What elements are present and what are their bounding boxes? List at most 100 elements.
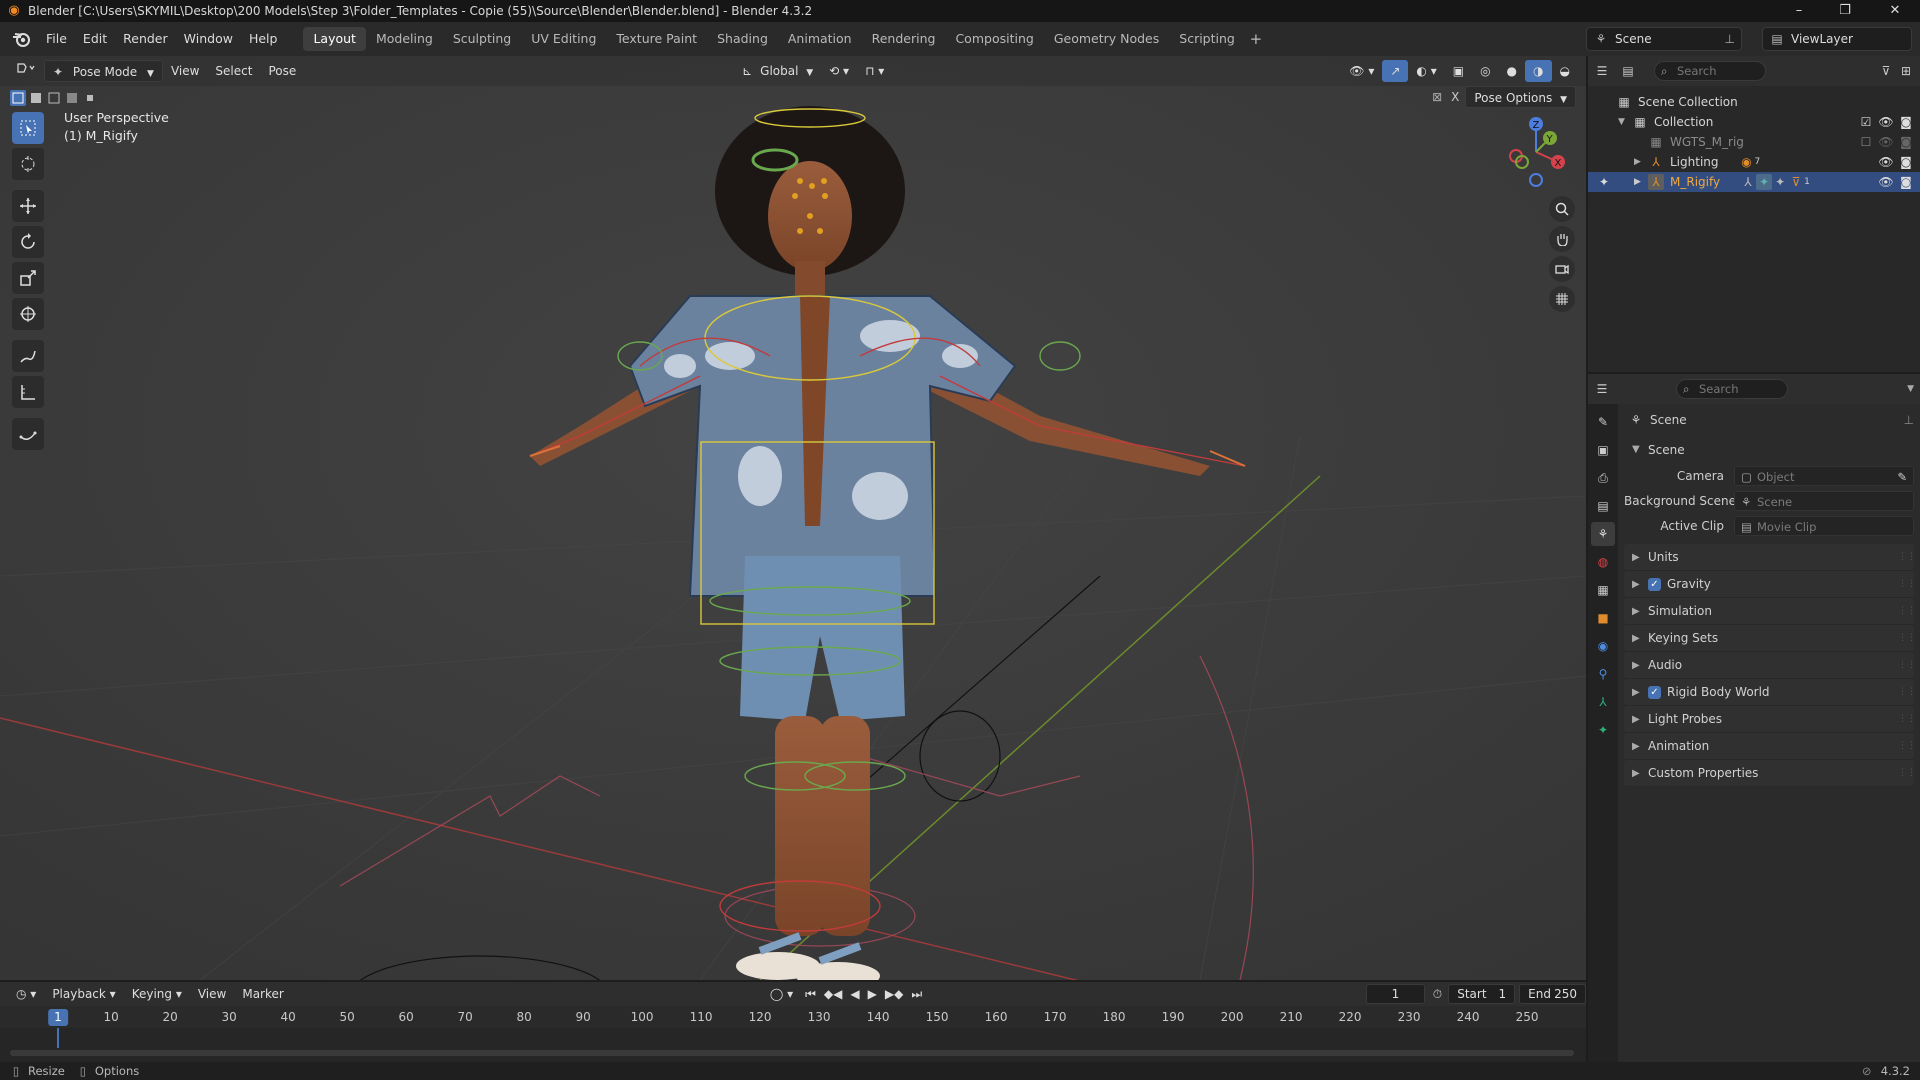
- timeline-menu-keying[interactable]: Keying ▾: [124, 983, 190, 1005]
- editor-type-icon[interactable]: ☰: [1594, 381, 1610, 397]
- tab-compositing[interactable]: Compositing: [945, 27, 1043, 51]
- physics-tab-icon[interactable]: ◉: [1591, 634, 1615, 658]
- world-tab-icon[interactable]: ◍: [1591, 550, 1615, 574]
- tab-shading[interactable]: Shading: [707, 27, 778, 51]
- timeline-menu-playback[interactable]: Playback ▾: [44, 983, 123, 1005]
- viewport-menu-pose[interactable]: Pose: [260, 60, 304, 82]
- drag-grip-icon[interactable]: ⋮⋮: [1898, 741, 1916, 751]
- tab-texture-paint[interactable]: Texture Paint: [606, 27, 707, 51]
- eye-icon[interactable]: 👁: [1878, 134, 1894, 150]
- select-box-tool[interactable]: [12, 112, 44, 144]
- pivot-point-icon[interactable]: ⟲ ▾: [821, 60, 857, 82]
- panel-gravity[interactable]: ▶ ✓ Gravity ⋮⋮: [1624, 571, 1916, 598]
- tab-scripting[interactable]: Scripting: [1169, 27, 1245, 51]
- select-subtract-icon[interactable]: [46, 90, 62, 106]
- move-tool[interactable]: [12, 190, 44, 222]
- checkbox-icon[interactable]: ☐: [1858, 134, 1874, 150]
- menu-edit[interactable]: Edit: [75, 27, 115, 51]
- outliner-search-input[interactable]: ⌕ Search: [1654, 61, 1766, 81]
- perspective-toggle-icon[interactable]: [1549, 286, 1575, 312]
- mirror-icon[interactable]: ⊠: [1429, 89, 1445, 105]
- tab-sculpting[interactable]: Sculpting: [443, 27, 521, 51]
- collection-tab-icon[interactable]: ▦: [1591, 578, 1615, 602]
- snap-icon[interactable]: ⊓ ▾: [857, 60, 892, 82]
- render-tab-icon[interactable]: ▣: [1591, 438, 1615, 462]
- camera-icon[interactable]: ◙: [1898, 174, 1914, 190]
- panel-rigid-body-world[interactable]: ▶ ✓ Rigid Body World ⋮⋮: [1624, 679, 1916, 706]
- drag-grip-icon[interactable]: ⋮⋮: [1898, 579, 1916, 589]
- output-tab-icon[interactable]: ⎙: [1591, 466, 1615, 490]
- shading-rendered-icon[interactable]: ◒: [1552, 60, 1578, 82]
- 3d-viewport[interactable]: ✦ Pose Mode ▼ View Select Pose ⊾ Global …: [0, 56, 1586, 980]
- camera-icon[interactable]: ◙: [1898, 134, 1914, 150]
- eye-icon[interactable]: 👁: [1878, 174, 1894, 190]
- chevron-right-icon[interactable]: ▶: [1634, 157, 1648, 167]
- eye-icon[interactable]: 👁: [1878, 154, 1894, 170]
- viewport-menu-view[interactable]: View: [163, 60, 207, 82]
- checkbox-icon[interactable]: ☑: [1858, 114, 1874, 130]
- jump-keyframe-back-icon[interactable]: ◆◀: [820, 983, 846, 1005]
- chevron-down-icon[interactable]: ▼: [1618, 117, 1632, 127]
- active-clip-field[interactable]: ▤ Movie Clip: [1734, 515, 1914, 536]
- select-intersect-icon[interactable]: [82, 90, 98, 106]
- gravity-checkbox[interactable]: ✓: [1648, 577, 1661, 591]
- object-tab-icon[interactable]: ■: [1591, 606, 1615, 630]
- jump-start-icon[interactable]: ⏮: [801, 983, 820, 1005]
- editor-type-icon[interactable]: ☰: [1594, 63, 1610, 79]
- pin-icon[interactable]: ⊥: [1725, 32, 1735, 46]
- editor-type-icon[interactable]: ◷ ▾: [8, 983, 44, 1005]
- auto-keying-icon[interactable]: ◯ ▾: [762, 983, 801, 1005]
- pin-icon[interactable]: ⊥: [1904, 413, 1914, 427]
- tab-modeling[interactable]: Modeling: [366, 27, 443, 51]
- current-frame-field[interactable]: 1: [1366, 984, 1425, 1004]
- panel-animation[interactable]: ▶ Animation ⋮⋮: [1624, 733, 1916, 760]
- visibility-icon[interactable]: 👁 ▾: [1341, 60, 1382, 82]
- mode-dropdown[interactable]: ✦ Pose Mode ▼: [44, 60, 163, 82]
- blender-menu-icon[interactable]: [8, 26, 34, 52]
- drag-grip-icon[interactable]: ⋮⋮: [1898, 606, 1916, 616]
- play-icon[interactable]: ▶: [864, 983, 881, 1005]
- panel-custom-properties[interactable]: ▶ Custom Properties ⋮⋮: [1624, 760, 1916, 787]
- panel-audio[interactable]: ▶ Audio ⋮⋮: [1624, 652, 1916, 679]
- outliner-row-collection[interactable]: ▼ ▦ Collection ☑ 👁 ◙: [1588, 112, 1920, 132]
- bone-tab-icon[interactable]: ✦: [1591, 718, 1615, 742]
- shading-solid-icon[interactable]: ●: [1499, 60, 1525, 82]
- transform-orientation-dropdown[interactable]: ⊾ Global ▼: [734, 60, 821, 82]
- tool-tab-icon[interactable]: ✎: [1591, 410, 1615, 434]
- end-frame-field[interactable]: End 250: [1519, 984, 1587, 1004]
- maximize-button[interactable]: ❐: [1822, 0, 1868, 22]
- view-layer-selector[interactable]: ▤ ViewLayer: [1762, 27, 1912, 51]
- measure-tool[interactable]: [12, 376, 44, 408]
- scene-tab-icon[interactable]: ⚘: [1591, 522, 1615, 546]
- data-tab-icon[interactable]: ⅄: [1591, 690, 1615, 714]
- eye-icon[interactable]: 👁: [1878, 114, 1894, 130]
- constraints-tab-icon[interactable]: ⚲: [1591, 662, 1615, 686]
- background-scene-field[interactable]: ⚘ Scene: [1734, 490, 1914, 511]
- chevron-down-icon[interactable]: ▼: [1907, 384, 1914, 394]
- shading-wireframe-icon[interactable]: ◎: [1472, 60, 1498, 82]
- camera-field[interactable]: ▢ Object ✎: [1734, 465, 1914, 486]
- panel-units[interactable]: ▶ Units ⋮⋮: [1624, 544, 1916, 571]
- menu-window[interactable]: Window: [176, 27, 241, 51]
- outliner-row-wgts[interactable]: ▦ WGTS_M_rig ☐ 👁 ◙: [1588, 132, 1920, 152]
- overlay-toggle-icon[interactable]: ◐ ▾: [1408, 60, 1444, 82]
- drag-grip-icon[interactable]: ⋮⋮: [1898, 633, 1916, 643]
- scene-selector[interactable]: ⚘ Scene ⊥: [1586, 27, 1742, 51]
- timeline-track[interactable]: [0, 1028, 1586, 1062]
- properties-search-input[interactable]: ⌕ Search: [1676, 379, 1788, 399]
- timeline-menu-view[interactable]: View: [190, 983, 234, 1005]
- tab-layout[interactable]: Layout: [303, 27, 366, 51]
- scene-section-header[interactable]: ▼ Scene: [1624, 436, 1914, 463]
- navigation-gizmo[interactable]: Z X Y: [1496, 112, 1576, 192]
- playhead-frame-indicator[interactable]: 1: [48, 1009, 68, 1026]
- panel-simulation[interactable]: ▶ Simulation ⋮⋮: [1624, 598, 1916, 625]
- drag-grip-icon[interactable]: ⋮⋮: [1898, 552, 1916, 562]
- filter-icon[interactable]: ⊽: [1878, 63, 1894, 79]
- x-mirror-toggle[interactable]: X: [1451, 90, 1459, 104]
- camera-icon[interactable]: ◙: [1898, 114, 1914, 130]
- drag-grip-icon[interactable]: ⋮⋮: [1898, 660, 1916, 670]
- stopwatch-icon[interactable]: ⏱: [1433, 986, 1443, 1002]
- close-button[interactable]: ✕: [1872, 0, 1918, 22]
- drag-grip-icon[interactable]: ⋮⋮: [1898, 768, 1916, 778]
- annotate-tool[interactable]: [12, 340, 44, 372]
